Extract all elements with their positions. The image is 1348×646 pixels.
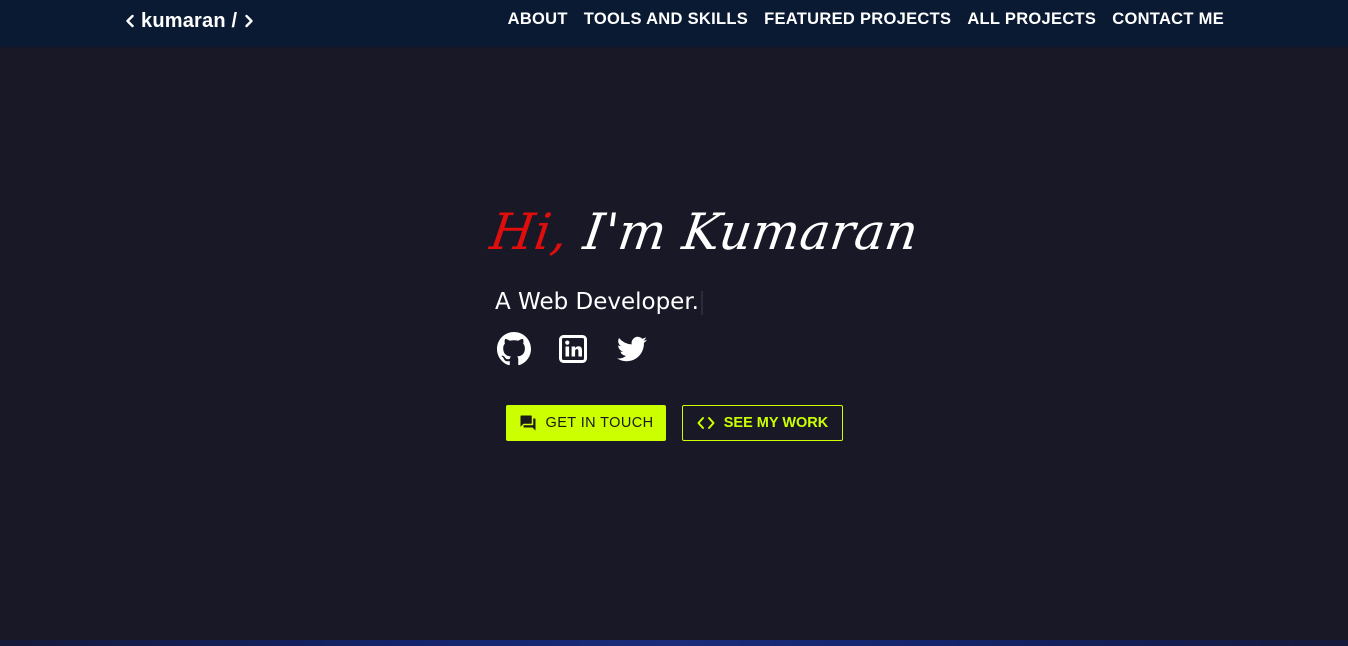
get-in-touch-button[interactable]: GET IN TOUCH xyxy=(506,405,666,441)
chevron-left-icon xyxy=(124,14,136,28)
see-my-work-button[interactable]: SEE MY WORK xyxy=(682,405,843,441)
hero-actions: GET IN TOUCH SEE MY WORK xyxy=(506,405,843,441)
code-icon xyxy=(697,416,715,430)
brand-logo[interactable]: kumaran / xyxy=(124,9,255,33)
typing-cursor xyxy=(701,290,703,315)
bottom-gradient-strip xyxy=(0,640,1348,646)
nav-item-tools-and-skills[interactable]: TOOLS AND SKILLS xyxy=(584,10,748,29)
nav-item-contact-me[interactable]: CONTACT ME xyxy=(1112,10,1224,29)
brand-name: kumaran / xyxy=(141,9,238,32)
navbar: kumaran / ABOUT TOOLS AND SKILLS FEATURE… xyxy=(0,0,1348,47)
nav-item-about[interactable]: ABOUT xyxy=(508,10,568,29)
nav-menu: ABOUT TOOLS AND SKILLS FEATURED PROJECTS… xyxy=(508,10,1224,29)
subtitle-text: A Web Developer. xyxy=(495,289,699,315)
chat-icon xyxy=(519,414,537,432)
greeting-name: I'm Kumaran xyxy=(563,203,923,261)
linkedin-link[interactable] xyxy=(556,334,590,368)
hero-greeting: Hi, I'm Kumaran xyxy=(486,198,922,266)
hero-subtitle: A Web Developer. xyxy=(495,289,703,315)
chevron-right-icon xyxy=(243,14,255,28)
see-my-work-label: SEE MY WORK xyxy=(723,415,829,431)
nav-item-featured-projects[interactable]: FEATURED PROJECTS xyxy=(764,10,951,29)
social-links xyxy=(497,331,649,371)
greeting-hi: Hi, xyxy=(486,203,572,261)
twitter-link[interactable] xyxy=(615,334,649,368)
linkedin-icon xyxy=(559,334,587,368)
nav-item-all-projects[interactable]: ALL PROJECTS xyxy=(967,10,1096,29)
github-link[interactable] xyxy=(497,331,531,371)
get-in-touch-label: GET IN TOUCH xyxy=(545,415,654,431)
hero-section: Hi, I'm Kumaran A Web Developer. GET IN … xyxy=(486,198,922,441)
github-icon xyxy=(497,331,531,371)
twitter-icon xyxy=(617,334,647,369)
